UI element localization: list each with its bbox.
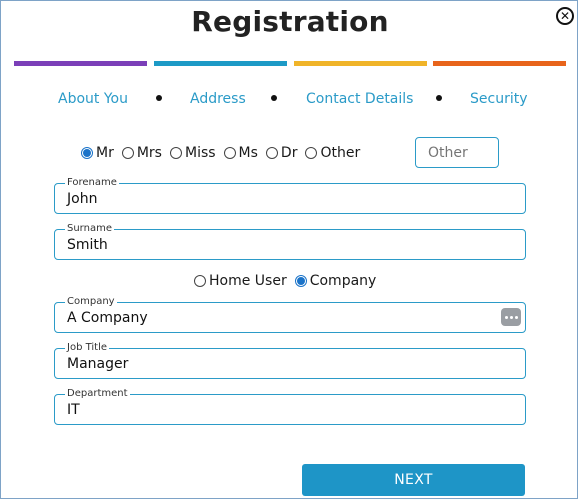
next-button[interactable]: NEXT — [302, 464, 525, 496]
radio-ms[interactable]: Ms — [223, 145, 258, 161]
dialog-title: Registration — [191, 5, 389, 38]
surname-label: Surname — [65, 223, 114, 235]
step-bar-security — [433, 61, 566, 66]
close-icon[interactable]: ✕ — [556, 7, 574, 25]
step-bar-about-you — [14, 61, 147, 66]
radio-mr[interactable]: Mr — [81, 145, 114, 161]
radio-label: Ms — [238, 145, 258, 161]
forename-field[interactable]: Forename John — [54, 177, 526, 214]
radio-label: Mr — [96, 145, 114, 161]
radio-label: Other — [320, 145, 361, 161]
step-separator — [436, 95, 442, 101]
forename-label: Forename — [65, 177, 119, 189]
radio-label: Company — [309, 273, 377, 289]
radio-other[interactable]: Other — [305, 145, 360, 161]
radio-circle[interactable] — [223, 147, 236, 159]
registration-dialog: Registration ✕ About You Address Contact… — [0, 0, 578, 499]
other-title-input[interactable] — [415, 137, 499, 168]
radio-circle[interactable] — [81, 147, 93, 159]
radio-circle[interactable] — [294, 275, 307, 287]
surname-field[interactable]: Surname Smith — [54, 223, 526, 260]
company-field[interactable]: Company A Company — [54, 296, 526, 333]
more-options-icon[interactable] — [501, 308, 521, 326]
radio-circle[interactable] — [121, 147, 134, 159]
radio-dr[interactable]: Dr — [265, 145, 298, 161]
company-value: A Company — [67, 310, 148, 326]
radio-label: Home User — [209, 273, 287, 289]
step-nav: About You Address Contact Details Securi… — [1, 91, 578, 111]
company-label: Company — [65, 296, 117, 308]
job-title-field[interactable]: Job Title Manager — [54, 342, 526, 379]
step-contact-details[interactable]: Contact Details — [306, 91, 413, 107]
radio-company[interactable]: Company — [294, 273, 377, 289]
step-bar-contact-details — [294, 61, 427, 66]
step-bar-address — [154, 61, 287, 66]
job-title-value: Manager — [67, 356, 129, 372]
radio-circle[interactable] — [194, 275, 206, 287]
radio-home-user[interactable]: Home User — [194, 273, 287, 289]
department-value: IT — [67, 402, 80, 418]
step-security[interactable]: Security — [470, 91, 528, 107]
user-type-radio-group: Home User Company — [194, 270, 384, 292]
radio-circle[interactable] — [305, 147, 318, 159]
radio-label: Mrs — [136, 145, 162, 161]
department-field[interactable]: Department IT — [54, 388, 526, 425]
surname-value: Smith — [67, 237, 108, 253]
forename-value: John — [67, 191, 98, 207]
radio-miss[interactable]: Miss — [169, 145, 216, 161]
title-radio-group: Mr Mrs Miss Ms Dr Other — [81, 137, 368, 169]
step-about-you[interactable]: About You — [58, 91, 128, 107]
progress-bars — [14, 61, 566, 66]
department-label: Department — [65, 388, 130, 400]
step-address[interactable]: Address — [190, 91, 246, 107]
radio-mrs[interactable]: Mrs — [121, 145, 162, 161]
radio-circle[interactable] — [265, 147, 278, 159]
radio-label: Miss — [184, 145, 216, 161]
job-title-label: Job Title — [65, 342, 110, 354]
radio-circle[interactable] — [169, 147, 182, 159]
step-separator — [156, 95, 162, 101]
step-separator — [271, 95, 277, 101]
radio-label: Dr — [280, 145, 298, 161]
